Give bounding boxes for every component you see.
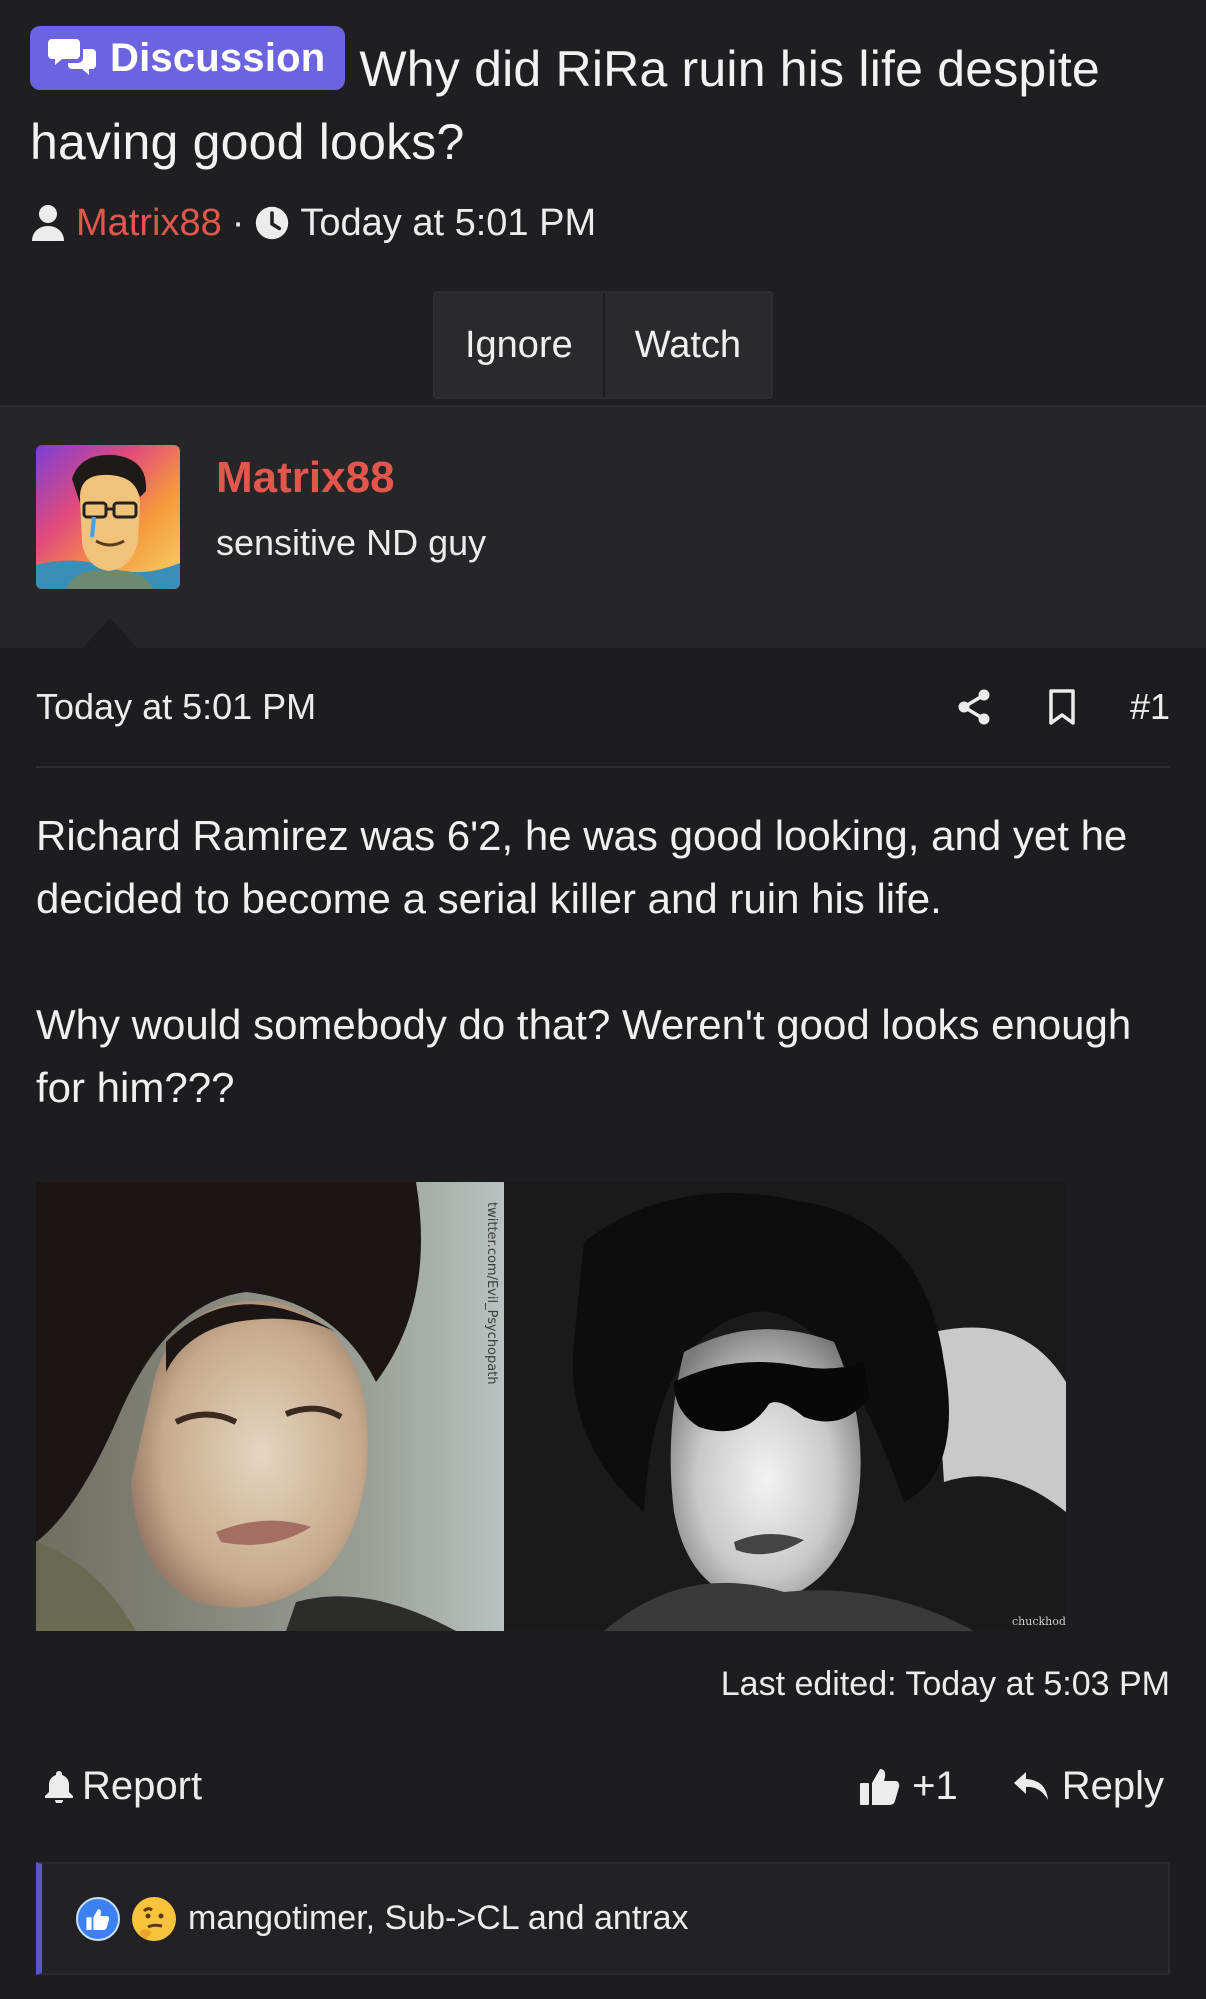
ignore-button[interactable]: Ignore (434, 293, 603, 397)
last-edited: Last edited: Today at 5:03 PM (720, 1665, 1170, 1703)
user-block-arrow (80, 618, 140, 651)
thread-actions: Ignore Watch (30, 291, 1176, 399)
meta-separator: · (231, 201, 245, 244)
reactions-bar[interactable]: mangotimer, Sub->CL and antrax (36, 1862, 1170, 1975)
like-count: +1 (912, 1763, 958, 1808)
share-icon[interactable] (954, 687, 994, 727)
like-reaction-icon (76, 1896, 120, 1941)
photo-left: twitter.com/Evil_Psychopath (36, 1182, 504, 1631)
reaction-users[interactable]: mangotimer, Sub->CL and antrax (188, 1899, 689, 1938)
reply-label: Reply (1061, 1763, 1164, 1808)
discussion-prefix-badge[interactable]: Discussion (30, 26, 346, 90)
thread-author-link[interactable]: Matrix88 (76, 202, 222, 245)
report-button[interactable]: Report (44, 1764, 860, 1809)
post-actions: Report +1 Reply (36, 1756, 1170, 1816)
thread-header: Discussion Why did RiRa ruin his life de… (0, 0, 1206, 405)
user-icon (32, 205, 64, 241)
post-date[interactable]: Today at 5:01 PM (36, 686, 906, 728)
post-header: Today at 5:01 PM #1 (36, 648, 1170, 768)
post-image[interactable]: twitter.com/Evil_Psychopath chuckhodi (36, 1182, 1066, 1631)
post-paragraph: Why would somebody do that? Weren't good… (36, 1001, 1132, 1111)
page: Discussion Why did RiRa ruin his life de… (0, 0, 1206, 1999)
reply-icon (1013, 1772, 1048, 1800)
prefix-label: Discussion (110, 36, 326, 80)
watermark-left: twitter.com/Evil_Psychopath (484, 1202, 499, 1385)
thumbs-up-icon (860, 1769, 900, 1805)
post-user-block: Matrix88 sensitive ND guy (0, 405, 1206, 651)
watermark-right: chuckhodi (1012, 1615, 1066, 1628)
watch-button[interactable]: Watch (602, 293, 772, 397)
post-paragraph: Richard Ramirez was 6'2, he was good loo… (36, 812, 1128, 922)
avatar[interactable] (36, 445, 180, 589)
thread-time[interactable]: Today at 5:01 PM (300, 202, 596, 245)
bell-icon (45, 1771, 73, 1803)
comments-icon (48, 39, 96, 75)
thinking-reaction-icon (132, 1896, 176, 1941)
thread-title-line: Discussion Why did RiRa ruin his life de… (30, 26, 1176, 179)
reply-button[interactable]: Reply (1012, 1764, 1164, 1809)
post-username[interactable]: Matrix88 (216, 453, 395, 503)
report-label: Report (82, 1763, 203, 1808)
photo-right: chuckhodi (504, 1182, 1066, 1631)
thread-meta: Matrix88 · Today at 5:01 PM (30, 193, 1176, 253)
post-number[interactable]: #1 (1130, 686, 1170, 728)
user-title: sensitive ND guy (216, 522, 487, 563)
clock-icon (256, 206, 289, 240)
post: Today at 5:01 PM #1 Richard Ramirez was … (36, 648, 1170, 1816)
post-body: Richard Ramirez was 6'2, he was good loo… (36, 804, 1170, 1119)
like-button[interactable]: +1 (860, 1764, 958, 1809)
bookmark-icon[interactable] (1042, 687, 1082, 727)
